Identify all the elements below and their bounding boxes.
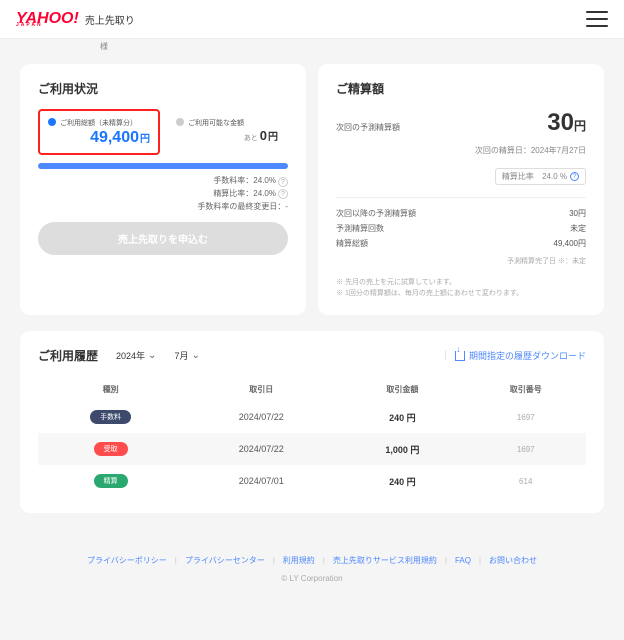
usage-progress: [38, 163, 288, 169]
row-date: 2024/07/22: [183, 401, 339, 433]
settlement-row: 精算総額49,400円: [336, 236, 586, 251]
usage-card: ご利用状況 ご利用総額（未精算分） 49,400円 ご利用可能な金額 あと 0円…: [20, 64, 306, 315]
footer-links: プライバシーポリシー|プライバシーセンター|利用規約|売上先取りサービス利用規約…: [10, 555, 614, 566]
footer-link[interactable]: プライバシーセンター: [185, 556, 265, 565]
row-tag: 受取: [94, 442, 128, 456]
settlement-date: 次回の精算日：2024年7月27日: [475, 145, 586, 156]
radio-off-icon: [176, 118, 184, 126]
footer-link[interactable]: 利用規約: [283, 556, 315, 565]
row-txid: 614: [465, 465, 586, 497]
row-date: 2024/07/01: [183, 465, 339, 497]
usage-title: ご利用状況: [38, 80, 288, 97]
footer: プライバシーポリシー|プライバシーセンター|利用規約|売上先取りサービス利用規約…: [0, 527, 624, 591]
yahoo-logo: YAHOO! JAPAN: [16, 11, 79, 28]
copyright: © LY Corporation: [10, 574, 614, 583]
row-amount: 240 円: [339, 465, 465, 497]
table-row[interactable]: 受取 2024/07/221,000 円1697: [38, 433, 586, 465]
header-bar: YAHOO! JAPAN 売上先取り: [0, 0, 624, 39]
download-icon: [455, 351, 465, 361]
month-selector[interactable]: 7月: [174, 349, 199, 362]
row-txid: 1697: [465, 433, 586, 465]
greeting-suffix: 様: [100, 41, 624, 52]
help-icon[interactable]: ?: [278, 189, 288, 199]
history-table: 種別 取引日 取引金額 取引番号 手数料2024/07/22240 円1697受…: [38, 378, 586, 497]
row-tag: 精算: [94, 474, 128, 488]
row-amount: 1,000 円: [339, 433, 465, 465]
settlement-row: 予測精算回数未定: [336, 221, 586, 236]
footer-link[interactable]: 売上先取りサービス利用規約: [333, 556, 437, 565]
footer-link[interactable]: FAQ: [455, 556, 471, 565]
settlement-rate-pill[interactable]: 精算比率 24.0 % ?: [495, 168, 586, 185]
settlement-card: ご精算額 次回の予測精算額 30円 次回の精算日：2024年7月27日 精算比率…: [318, 64, 604, 315]
settlement-complete-note: 予測精算完了日 ※：未定: [336, 256, 586, 267]
year-selector[interactable]: 2024年: [116, 349, 156, 362]
settlement-row: 次回以降の予測精算額30円: [336, 206, 586, 221]
settlement-footnotes: ※ 先月の売上を元に試算しています。※ 1回分の精算額は、毎月の売上額にあわせて…: [336, 277, 586, 299]
settlement-next-label: 次回の予測精算額: [336, 122, 400, 133]
row-tag: 手数料: [90, 410, 131, 424]
usage-option-total[interactable]: ご利用総額（未精算分） 49,400円: [38, 109, 160, 155]
logo-block[interactable]: YAHOO! JAPAN 売上先取り: [16, 11, 135, 28]
table-row[interactable]: 精算 2024/07/01240 円614: [38, 465, 586, 497]
row-date: 2024/07/22: [183, 433, 339, 465]
help-icon[interactable]: ?: [278, 177, 288, 187]
service-name: 売上先取り: [85, 12, 135, 27]
menu-icon[interactable]: [586, 6, 608, 32]
footer-link[interactable]: お問い合わせ: [489, 556, 537, 565]
history-card: ご利用履歴 2024年 7月 | 期間指定の履歴ダウンロード 種別 取引日 取引…: [20, 331, 604, 513]
history-title: ご利用履歴: [38, 347, 98, 364]
usage-option-available[interactable]: ご利用可能な金額 あと 0円: [166, 109, 288, 155]
settlement-amount: 30円: [547, 109, 586, 137]
footer-link[interactable]: プライバシーポリシー: [87, 556, 167, 565]
row-amount: 240 円: [339, 401, 465, 433]
row-txid: 1697: [465, 401, 586, 433]
apply-button[interactable]: 売上先取りを申込む: [38, 222, 288, 255]
radio-on-icon: [48, 118, 56, 126]
settlement-title: ご精算額: [336, 80, 586, 97]
download-link[interactable]: 期間指定の履歴ダウンロード: [455, 349, 586, 362]
help-icon: ?: [570, 172, 579, 181]
table-row[interactable]: 手数料 2024/07/22240 円1697: [38, 401, 586, 433]
